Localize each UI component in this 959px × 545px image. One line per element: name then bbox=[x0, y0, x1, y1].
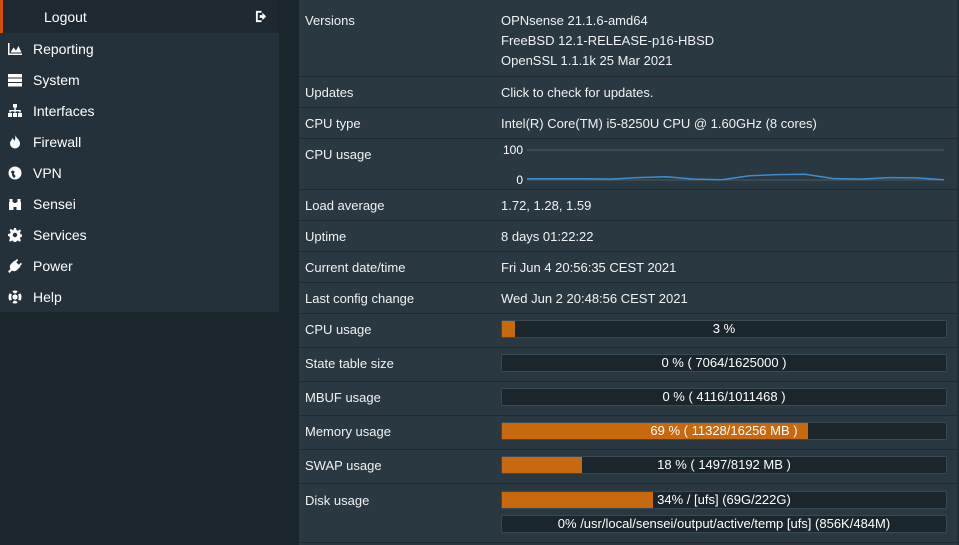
disk-row: Disk usage 34% / [ufs] (69G/222G) 0% /us… bbox=[299, 484, 958, 543]
sidebar-item-system[interactable]: System bbox=[0, 64, 279, 95]
disk-sensei-bar-text: 0% /usr/local/sensei/output/active/temp … bbox=[557, 516, 891, 531]
fire-icon bbox=[7, 134, 23, 150]
sidebar-item-sensei[interactable]: Sensei bbox=[0, 188, 279, 219]
system-information-panel: Versions OPNsense 21.1.6-amd64 FreeBSD 1… bbox=[299, 0, 958, 545]
sidebar-item-help[interactable]: Help bbox=[0, 281, 279, 312]
check-updates-link[interactable]: Click to check for updates. bbox=[501, 85, 653, 100]
mbuf-row: MBUF usage 0 % ( 4116/1011468 ) bbox=[299, 382, 958, 416]
disk-root-bar: 34% / [ufs] (69G/222G) bbox=[501, 491, 947, 509]
sidebar-item-label: Reporting bbox=[33, 40, 94, 57]
sidebar-item-reporting[interactable]: Reporting bbox=[0, 33, 279, 64]
datetime-value: Fri Jun 4 20:56:35 CEST 2021 bbox=[501, 260, 677, 275]
chart-y-tick-label: 0 bbox=[516, 173, 523, 185]
life-ring-icon bbox=[7, 289, 23, 305]
version-freebsd: FreeBSD 12.1-RELEASE-p16-HBSD bbox=[501, 33, 715, 48]
versions-label: Versions bbox=[305, 13, 355, 28]
last-config-row: Last config change Wed Jun 2 20:48:56 CE… bbox=[299, 283, 958, 314]
sitemap-icon bbox=[7, 103, 23, 119]
memory-bar-text: 69 % ( 11328/16256 MB ) bbox=[650, 423, 798, 438]
version-openssl: OpenSSL 1.1.1k 25 Mar 2021 bbox=[501, 53, 673, 68]
swap-label: SWAP usage bbox=[305, 458, 382, 473]
datetime-label: Current date/time bbox=[305, 260, 406, 275]
disk-sensei-bar: 0% /usr/local/sensei/output/active/temp … bbox=[501, 515, 947, 533]
load-average-row: Load average 1.72, 1.28, 1.59 bbox=[299, 190, 958, 221]
datetime-row: Current date/time Fri Jun 4 20:56:35 CES… bbox=[299, 252, 958, 283]
state-table-bar-text: 0 % ( 7064/1625000 ) bbox=[661, 355, 787, 370]
sidebar-item-label: System bbox=[33, 71, 80, 88]
sidebar-item-label: Logout bbox=[44, 8, 87, 25]
sidebar-item-label: Firewall bbox=[33, 133, 82, 150]
state-table-bar: 0 % ( 7064/1625000 ) bbox=[501, 354, 947, 372]
swap-bar-text: 18 % ( 1497/8192 MB ) bbox=[657, 457, 791, 472]
sidebar-item-firewall[interactable]: Firewall bbox=[0, 126, 279, 157]
cpu-type-label: CPU type bbox=[305, 116, 361, 131]
sidebar-menu: Logout Reporting System Interfaces Firew… bbox=[0, 0, 279, 312]
binoculars-icon bbox=[7, 196, 23, 212]
sidebar-item-label: Sensei bbox=[33, 195, 76, 212]
sidebar-item-label: Services bbox=[33, 226, 87, 243]
swap-bar: 18 % ( 1497/8192 MB ) bbox=[501, 456, 947, 474]
disk-root-bar-text: 34% / [ufs] (69G/222G) bbox=[657, 492, 791, 507]
versions-value: OPNsense 21.1.6-amd64 FreeBSD 12.1-RELEA… bbox=[501, 11, 714, 71]
disk-label: Disk usage bbox=[305, 493, 370, 508]
last-config-label: Last config change bbox=[305, 291, 415, 306]
cpu-usage-bar: 3 % bbox=[501, 320, 947, 338]
sign-out-icon bbox=[255, 10, 268, 23]
cpu-type-value: Intel(R) Core(TM) i5-8250U CPU @ 1.60GHz… bbox=[501, 116, 817, 131]
mbuf-bar: 0 % ( 4116/1011468 ) bbox=[501, 388, 947, 406]
cpu-usage-row: CPU usage 3 % bbox=[299, 314, 958, 348]
cpu-usage-bar-text: 3 % bbox=[712, 321, 736, 336]
sidebar-item-label: Help bbox=[33, 288, 62, 305]
state-table-row: State table size 0 % ( 7064/1625000 ) bbox=[299, 348, 958, 382]
mbuf-bar-text: 0 % ( 4116/1011468 ) bbox=[662, 389, 786, 404]
sidebar-item-interfaces[interactable]: Interfaces bbox=[0, 95, 279, 126]
plug-icon bbox=[7, 258, 23, 274]
memory-bar: 69 % ( 11328/16256 MB ) bbox=[501, 422, 947, 440]
versions-row: Versions OPNsense 21.1.6-amd64 FreeBSD 1… bbox=[299, 0, 958, 77]
server-icon bbox=[7, 72, 23, 88]
sidebar-item-power[interactable]: Power bbox=[0, 250, 279, 281]
sidebar: Logout Reporting System Interfaces Firew… bbox=[0, 0, 279, 545]
load-average-label: Load average bbox=[305, 198, 385, 213]
sidebar-item-label: Interfaces bbox=[33, 102, 95, 119]
cpu-usage-label: CPU usage bbox=[305, 322, 372, 337]
sidebar-item-label: VPN bbox=[33, 164, 62, 181]
uptime-value: 8 days 01:22:22 bbox=[501, 229, 594, 244]
swap-row: SWAP usage 18 % ( 1497/8192 MB ) bbox=[299, 450, 958, 484]
state-table-label: State table size bbox=[305, 356, 394, 371]
uptime-label: Uptime bbox=[305, 229, 347, 244]
memory-label: Memory usage bbox=[305, 424, 391, 439]
updates-row: Updates Click to check for updates. bbox=[299, 77, 958, 108]
version-opnsense: OPNsense 21.1.6-amd64 bbox=[501, 13, 648, 28]
updates-label: Updates bbox=[305, 85, 354, 100]
chart-series-line bbox=[527, 173, 945, 181]
globe-icon bbox=[7, 165, 23, 181]
cpu-type-row: CPU type Intel(R) Core(TM) i5-8250U CPU … bbox=[299, 108, 958, 139]
area-chart-icon bbox=[7, 41, 23, 57]
sidebar-item-services[interactable]: Services bbox=[0, 219, 279, 250]
load-average-value: 1.72, 1.28, 1.59 bbox=[501, 198, 592, 213]
memory-row: Memory usage 69 % ( 11328/16256 MB ) bbox=[299, 416, 958, 450]
cpu-usage-chart: 100 0 bbox=[503, 143, 945, 185]
cpu-graph-label: CPU usage bbox=[305, 147, 372, 162]
uptime-row: Uptime 8 days 01:22:22 bbox=[299, 221, 958, 252]
last-config-value: Wed Jun 2 20:48:56 CEST 2021 bbox=[501, 291, 688, 306]
sidebar-item-label: Power bbox=[33, 257, 73, 274]
chart-y-tick-label: 100 bbox=[503, 143, 523, 157]
sidebar-item-logout[interactable]: Logout bbox=[0, 0, 279, 33]
sidebar-item-vpn[interactable]: VPN bbox=[0, 157, 279, 188]
cog-icon bbox=[7, 227, 23, 243]
mbuf-label: MBUF usage bbox=[305, 390, 381, 405]
